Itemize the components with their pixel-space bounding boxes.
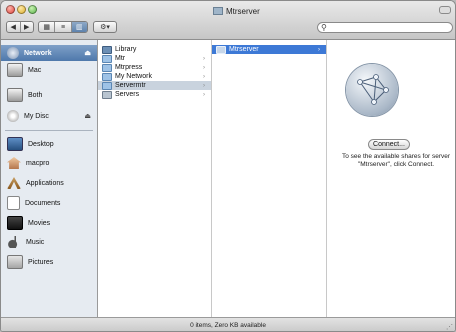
search-icon: ⚲	[321, 23, 327, 32]
list-item-label: Mtrpress	[115, 64, 143, 71]
folder-icon	[102, 72, 112, 81]
list-item[interactable]: Mtrserver ›	[212, 45, 326, 54]
folder-icon	[102, 54, 112, 63]
column-browser-column-2: Mtrserver ›	[212, 40, 327, 317]
sidebar-item-my-disc[interactable]: My Disc ⏏	[1, 108, 97, 124]
list-item-label: Servermtr	[115, 82, 146, 89]
connect-button[interactable]: Connect...	[368, 139, 410, 150]
list-item-label: Library	[115, 46, 137, 53]
column-view-button[interactable]: ▥	[71, 22, 87, 32]
zoom-button[interactable]	[28, 5, 37, 14]
list-item[interactable]: Servermtr ›	[98, 81, 211, 90]
finder-window: Mtrserver ◀ ▶ ▦ ≡ ▥ ⚙▾ ⚲ Network ⏏ Mac B…	[1, 1, 455, 331]
library-icon	[102, 45, 112, 54]
home-icon	[7, 157, 21, 169]
toolbar: Mtrserver ◀ ▶ ▦ ≡ ▥ ⚙▾ ⚲	[1, 1, 455, 40]
sidebar-item-applications[interactable]: Applications	[1, 175, 97, 191]
chevron-right-icon: ›	[203, 64, 205, 71]
sidebar-item-network[interactable]: Network ⏏	[1, 45, 97, 61]
list-item-label: Mtrserver	[229, 46, 259, 53]
list-item[interactable]: Servers ›	[98, 90, 211, 99]
list-item[interactable]: My Network ›	[98, 72, 211, 81]
documents-icon	[7, 196, 20, 210]
sidebar-item-both[interactable]: Both	[1, 87, 97, 103]
eject-icon[interactable]: ⏏	[84, 112, 91, 120]
chevron-right-icon: ›	[203, 82, 205, 89]
close-button[interactable]	[6, 5, 15, 14]
sidebar-item-movies[interactable]: Movies	[1, 215, 97, 231]
folder-icon	[102, 81, 112, 90]
chevron-right-icon: ›	[203, 91, 205, 98]
list-view-button[interactable]: ≡	[55, 22, 72, 32]
sidebar-item-label: Both	[28, 91, 43, 99]
status-text: 0 items, Zero KB available	[190, 321, 266, 329]
servers-icon	[102, 90, 112, 99]
music-icon	[7, 236, 21, 248]
movies-icon	[7, 216, 23, 230]
minimize-button[interactable]	[17, 5, 26, 14]
connect-hint-text: To see the available shares for server "…	[341, 153, 451, 168]
list-item[interactable]: Mtrpress ›	[98, 63, 211, 72]
sidebar-item-label: Music	[26, 238, 45, 246]
sidebar-item-label: Pictures	[28, 258, 54, 266]
back-button[interactable]: ◀	[7, 22, 21, 32]
chevron-right-icon: ›	[203, 55, 205, 62]
list-item-label: My Network	[115, 73, 152, 80]
sidebar-item-label: Applications	[26, 179, 64, 187]
sidebar-item-label: Documents	[25, 199, 61, 207]
window-title: Mtrserver	[213, 7, 333, 16]
forward-button[interactable]: ▶	[21, 22, 34, 32]
computer-icon	[7, 88, 23, 102]
sidebar-item-documents[interactable]: Documents	[1, 195, 97, 211]
network-server-icon	[346, 64, 398, 116]
search-input[interactable]: ⚲	[317, 22, 453, 33]
sidebar: Network ⏏ Mac Both My Disc ⏏ Desktop mac…	[1, 40, 98, 317]
list-item[interactable]: Library	[98, 45, 211, 54]
sidebar-item-label: Network	[24, 49, 52, 57]
pictures-icon	[7, 255, 23, 269]
folder-icon	[102, 63, 112, 72]
icon-view-button[interactable]: ▦	[39, 22, 56, 32]
toolbar-toggle-button[interactable]	[439, 6, 451, 14]
chevron-right-icon: ›	[203, 73, 205, 80]
sidebar-item-macpro[interactable]: macpro	[1, 155, 97, 171]
disc-icon	[7, 110, 19, 122]
desktop-icon	[7, 137, 23, 151]
sidebar-item-pictures[interactable]: Pictures	[1, 254, 97, 270]
sidebar-item-label: Mac	[28, 66, 42, 74]
sidebar-item-desktop[interactable]: Desktop	[1, 136, 97, 152]
list-item[interactable]: Mtr ›	[98, 54, 211, 63]
sidebar-item-music[interactable]: Music	[1, 234, 97, 250]
column-browser-column-1: Library Mtr › Mtrpress › My Network › Se…	[98, 40, 212, 317]
server-icon	[216, 45, 226, 54]
chevron-right-icon: ›	[318, 46, 320, 53]
applications-icon	[7, 177, 21, 189]
back-forward-buttons: ◀ ▶	[6, 21, 34, 33]
view-mode-buttons: ▦ ≡ ▥	[38, 21, 88, 33]
list-item-label: Servers	[115, 91, 140, 98]
sidebar-divider	[5, 130, 93, 131]
sidebar-item-label: Movies	[28, 219, 51, 227]
status-bar: 0 items, Zero KB available ⋰	[1, 317, 455, 331]
window-title-text: Mtrserver	[226, 7, 260, 16]
sidebar-item-label: macpro	[26, 159, 50, 167]
resize-grip-icon[interactable]: ⋰	[446, 323, 453, 331]
sidebar-item-mac[interactable]: Mac	[1, 62, 97, 78]
list-item-label: Mtr	[115, 55, 126, 62]
action-menu-button[interactable]: ⚙▾	[93, 21, 117, 33]
network-globe-icon	[7, 47, 19, 59]
computer-icon	[7, 63, 23, 77]
sidebar-item-label: My Disc	[24, 112, 49, 120]
eject-icon[interactable]: ⏏	[84, 49, 91, 57]
sidebar-item-label: Desktop	[28, 140, 54, 148]
network-globe-icon	[357, 74, 389, 105]
server-icon	[213, 7, 223, 15]
